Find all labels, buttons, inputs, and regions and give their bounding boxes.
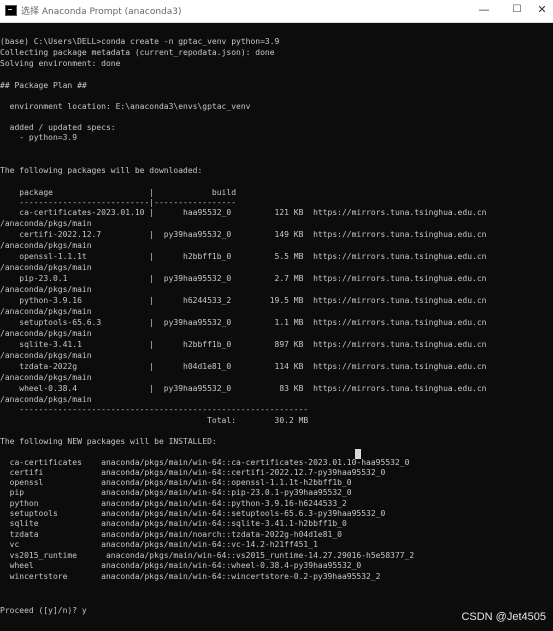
text-cursor [355,449,361,459]
console-line: /anaconda/pkgs/main [0,351,92,360]
console-line: sqlite anaconda/pkgs/main/win-64::sqlite… [0,519,347,528]
terminal-icon [5,5,17,16]
console-line: ## Package Plan ## [0,81,87,90]
console-line: pip anaconda/pkgs/main/win-64::pip-23.0.… [0,488,352,497]
console-line: (base) C:\Users\DELL>conda create -n gpt… [0,37,280,46]
console-line: setuptools-65.6.3 | py39haa95532_0 1.1 M… [0,318,487,327]
console-line: ----------------------------------------… [0,405,309,414]
console-line: The following NEW packages will be INSTA… [0,437,217,446]
console-line: environment location: E:\anaconda3\envs\… [0,102,251,111]
console-line: /anaconda/pkgs/main [0,263,92,272]
watermark: CSDN @Jet4505 [461,611,546,623]
console-line: tzdata-2022g | h04d1e81_0 114 KB https:/… [0,362,487,371]
console-line: pip-23.0.1 | py39haa95532_0 2.7 MB https… [0,274,487,283]
console-line: The following packages will be downloade… [0,166,203,175]
close-button[interactable]: ✕ [527,0,553,22]
console-line: Solving environment: done [0,59,121,68]
console-line: python-3.9.16 | h6244533_2 19.5 MB https… [0,296,487,305]
console-line: /anaconda/pkgs/main [0,329,92,338]
minimize-button[interactable]: — [469,0,499,22]
console-line: wheel anaconda/pkgs/main/win-64::wheel-0… [0,561,362,570]
console-line: Proceed ([y]/n)? y [0,606,87,615]
console-line: sqlite-3.41.1 | h2bbff1b_0 897 KB https:… [0,340,487,349]
console-line: /anaconda/pkgs/main [0,241,92,250]
console-line: wincertstore anaconda/pkgs/main/win-64::… [0,572,381,581]
title-bar[interactable]: 选择 Anaconda Prompt (anaconda3) — ☐ ✕ [0,0,553,23]
console-line: - python=3.9 [0,133,78,142]
console-line: /anaconda/pkgs/main [0,219,92,228]
window-title: 选择 Anaconda Prompt (anaconda3) [21,7,182,17]
console-line: vc anaconda/pkgs/main/win-64::vc-14.2-h2… [0,540,318,549]
console-line: Collecting package metadata (current_rep… [0,48,275,57]
console-line: ca-certificates-2023.01.10 | haa95532_0 … [0,208,487,217]
console-line: /anaconda/pkgs/main [0,307,92,316]
console-line: /anaconda/pkgs/main [0,373,92,382]
console-output[interactable]: (base) C:\Users\DELL>conda create -n gpt… [0,23,553,631]
console-line: certifi-2022.12.7 | py39haa95532_0 149 K… [0,230,487,239]
console-line: openssl-1.1.1t | h2bbff1b_0 5.5 MB https… [0,252,487,261]
console-line: /anaconda/pkgs/main [0,285,92,294]
console-line: wheel-0.38.4 | py39haa95532_0 83 KB http… [0,384,487,393]
console-line: Total: 30.2 MB [0,416,309,425]
